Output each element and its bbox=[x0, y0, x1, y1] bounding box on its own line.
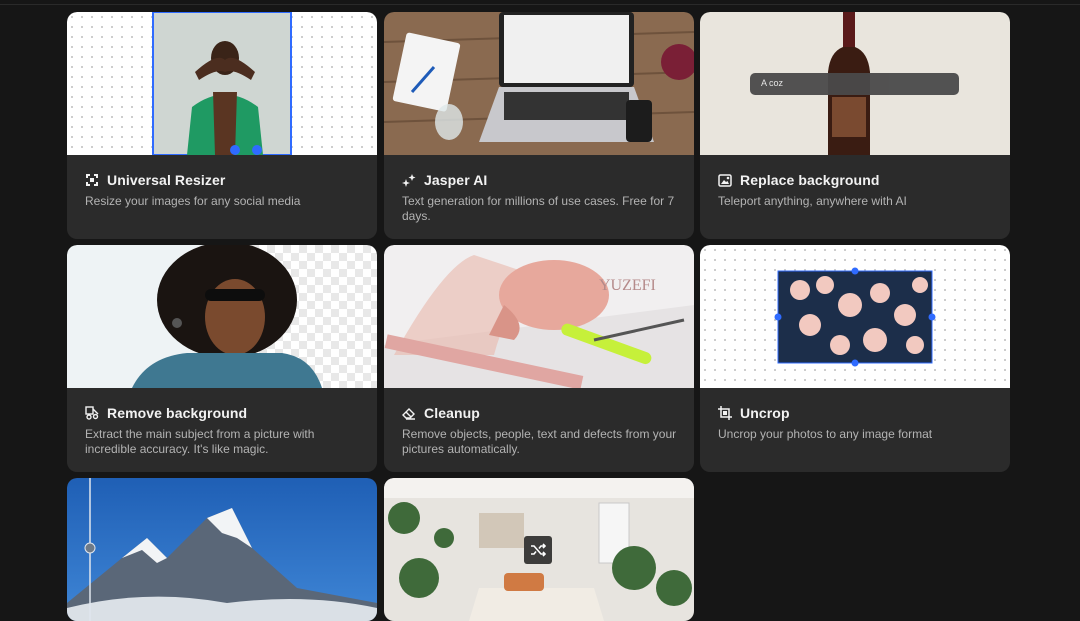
prompt-input[interactable]: A coz bbox=[750, 73, 959, 95]
card-uncrop[interactable]: Uncrop Uncrop your photos to any image f… bbox=[700, 245, 1010, 472]
resize-icon bbox=[86, 174, 98, 186]
card-thumbnail bbox=[384, 12, 694, 155]
replace-bg-icon bbox=[718, 174, 732, 187]
card-title: Jasper AI bbox=[424, 172, 488, 188]
card-replace-background[interactable]: A coz Replace background Teleport anythi… bbox=[700, 12, 1010, 239]
shuffle-icon[interactable] bbox=[530, 542, 546, 558]
card-cleanup[interactable]: YUZEFI Cleanup Remove objects, people, t… bbox=[384, 245, 694, 472]
card-thumbnail bbox=[700, 245, 1010, 388]
card-description: Teleport anything, anywhere with AI bbox=[718, 194, 907, 208]
remove-bg-icon bbox=[85, 406, 99, 420]
card-title: Cleanup bbox=[424, 405, 480, 421]
card-title: Remove background bbox=[107, 405, 248, 421]
uncrop-icon bbox=[718, 406, 732, 420]
prompt-input-text: A coz bbox=[761, 78, 784, 88]
card-description: Extract the main subject from a picture … bbox=[85, 427, 315, 456]
card-thumbnail bbox=[67, 245, 377, 388]
card-title: Replace background bbox=[740, 172, 880, 188]
card-description: Resize your images for any social media bbox=[85, 194, 301, 208]
card-thumbnail: A coz bbox=[700, 12, 1010, 155]
eraser-icon bbox=[402, 408, 415, 420]
card-remove-background[interactable]: Remove background Extract the main subje… bbox=[67, 245, 377, 472]
remove-bg-preview-image bbox=[132, 245, 322, 388]
card-thumbnail: YUZEFI bbox=[384, 245, 694, 388]
uncrop-preview-image bbox=[774, 267, 936, 367]
resizer-preview-image bbox=[152, 12, 292, 155]
card-description: Uncrop your photos to any image format bbox=[718, 427, 933, 441]
sparkle-icon bbox=[402, 174, 416, 187]
card-jasper-ai[interactable]: Jasper AI Text generation for millions o… bbox=[384, 12, 694, 239]
top-divider bbox=[0, 4, 1080, 5]
cleanup-preview-image: YUZEFI bbox=[384, 255, 694, 388]
svg-text:YUZEFI: YUZEFI bbox=[599, 277, 656, 294]
jasper-preview-image bbox=[384, 12, 694, 155]
card-title: Uncrop bbox=[740, 405, 790, 421]
card-title: Universal Resizer bbox=[107, 172, 226, 188]
card-description: Remove objects, people, text and defects… bbox=[402, 427, 677, 456]
card-universal-resizer[interactable]: Universal Resizer Resize your images for… bbox=[67, 12, 377, 239]
card-description: Text generation for millions of use case… bbox=[402, 194, 675, 223]
card-thumbnail bbox=[67, 12, 377, 155]
